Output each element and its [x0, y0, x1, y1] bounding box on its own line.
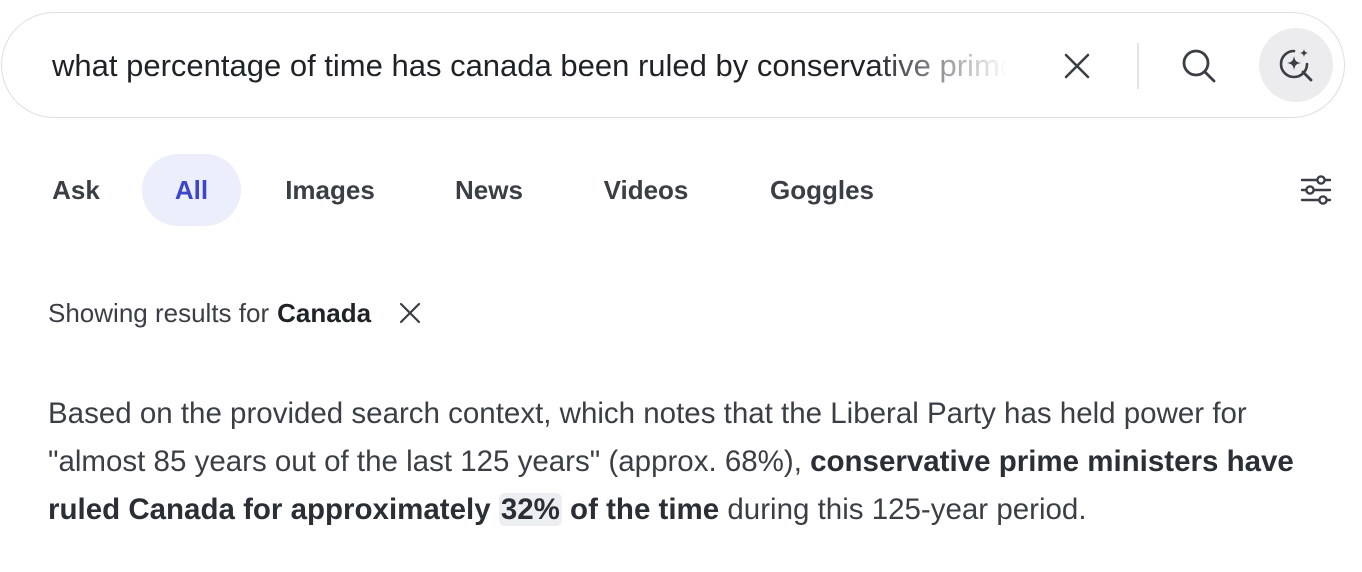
search-input[interactable] [52, 46, 1007, 86]
tab-goggles[interactable]: Goggles [746, 154, 898, 226]
tab-all[interactable]: All [142, 154, 241, 226]
spelling-correction: Showing results for Canada [48, 296, 427, 330]
close-icon [1064, 53, 1090, 79]
search-bar-divider [1137, 43, 1139, 89]
answer-bold-2: of the time [561, 493, 720, 526]
clear-search-button[interactable] [1054, 43, 1100, 89]
search-tabs: Ask All Images News Videos Goggles [0, 154, 1362, 226]
close-icon [399, 302, 421, 324]
ai-answer-text: Based on the provided search context, wh… [48, 390, 1318, 534]
tab-news[interactable]: News [432, 154, 546, 226]
search-bar [1, 12, 1345, 118]
search-button[interactable] [1174, 43, 1224, 89]
tab-images[interactable]: Images [262, 154, 398, 226]
tab-ask[interactable]: Ask [28, 154, 124, 226]
sliders-icon [1300, 175, 1332, 205]
correction-prefix: Showing results for [48, 297, 270, 328]
tab-videos[interactable]: Videos [578, 154, 714, 226]
dismiss-correction-button[interactable] [393, 296, 427, 330]
corrected-term[interactable]: Canada [277, 298, 371, 329]
answer-highlight[interactable]: 32% [498, 493, 562, 526]
search-filters-button[interactable] [1294, 170, 1338, 210]
answer-part-2: during this 125-year period. [719, 493, 1087, 526]
search-icon [1182, 49, 1216, 83]
ai-sparkle-search-icon [1279, 49, 1313, 82]
ai-answer-button[interactable] [1259, 28, 1333, 102]
